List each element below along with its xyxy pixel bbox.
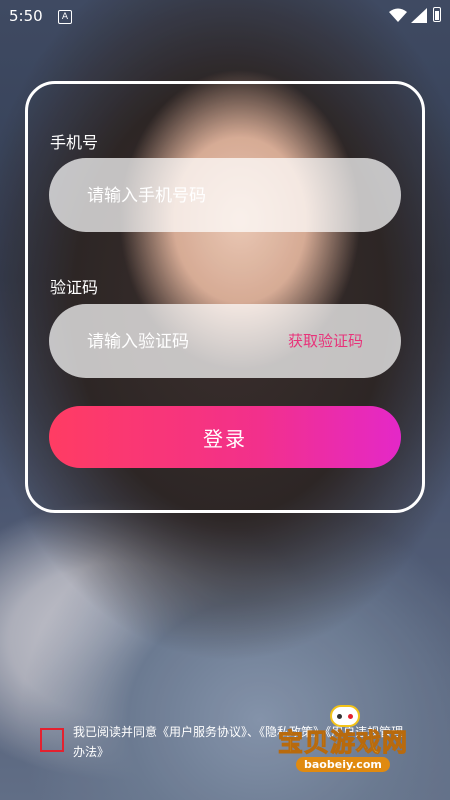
battery-icon	[433, 7, 441, 22]
code-label: 验证码	[50, 278, 99, 297]
agreement-prefix: 我已阅读并同意	[73, 725, 158, 739]
notification-icon: A	[58, 10, 72, 24]
status-bar: 5:50 A	[0, 0, 450, 32]
code-field[interactable]: 获取验证码	[49, 304, 401, 380]
cellular-signal-icon	[411, 8, 427, 23]
phone-input[interactable]	[85, 158, 329, 234]
agreement-checkbox[interactable]	[40, 728, 64, 752]
phone-label: 手机号	[50, 133, 99, 152]
status-time: 5:50	[9, 7, 43, 25]
site-watermark: 宝贝游戏网 baobeiy.com	[277, 705, 428, 780]
watermark-title: 宝贝游戏网	[277, 728, 409, 758]
login-button[interactable]: 登录	[49, 406, 401, 468]
wifi-icon	[389, 8, 407, 22]
phone-field[interactable]	[49, 158, 401, 234]
watermark-url: baobeiy.com	[296, 757, 390, 772]
user-service-agreement-link[interactable]: 《用户服务协议》	[157, 725, 247, 739]
agreement-separator: 、	[247, 725, 260, 739]
get-code-button[interactable]: 获取验证码	[288, 304, 363, 378]
